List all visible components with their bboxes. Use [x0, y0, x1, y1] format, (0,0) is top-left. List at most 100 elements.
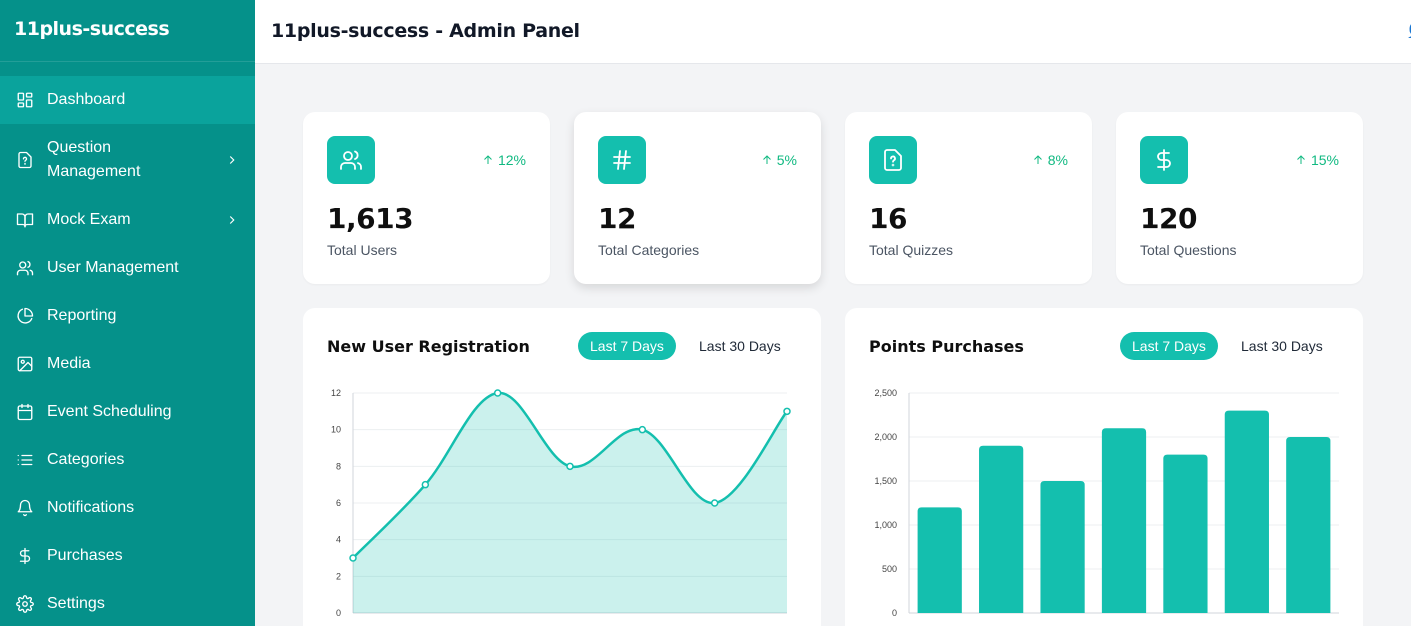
user-menu-icon[interactable]: 👤 — [1405, 22, 1411, 38]
question-file-icon — [16, 151, 34, 169]
stat-change: 12% — [482, 152, 526, 168]
sidebar-item-label: User Management — [47, 259, 179, 276]
sidebar-item-label: Reporting — [47, 307, 117, 324]
y-tick-label: 8 — [336, 461, 341, 471]
data-point — [421, 480, 430, 489]
sidebar-item-label: Categories — [47, 451, 125, 468]
sidebar-item-settings[interactable]: Settings — [0, 580, 255, 626]
bar — [1224, 410, 1269, 613]
stat-label: Total Questions — [1140, 242, 1237, 258]
stat-value: 1,613 — [327, 202, 414, 235]
sidebar-item-label: Dashboard — [47, 91, 126, 108]
dollar-icon — [1140, 136, 1188, 184]
y-tick-label: 0 — [336, 608, 341, 618]
stat-value: 12 — [598, 202, 636, 235]
y-tick-label: 10 — [331, 425, 341, 435]
top-header: 11plus-success - Admin Panel 👤 — [255, 0, 1411, 64]
sidebar-item-label: Media — [47, 355, 91, 372]
tab-last-30-days[interactable]: Last 30 Days — [687, 332, 793, 360]
sidebar-item-label: Event Scheduling — [47, 403, 172, 420]
sidebar-item-label: Settings — [47, 595, 105, 612]
sidebar-item-event-scheduling[interactable]: Event Scheduling — [0, 388, 255, 436]
y-tick-label: 1,000 — [874, 520, 897, 530]
pie-chart-icon — [16, 307, 34, 325]
sidebar-item-categories[interactable]: Categories — [0, 436, 255, 484]
stat-label: Total Users — [327, 242, 398, 258]
y-tick-label: 12 — [331, 388, 341, 398]
sidebar-item-media[interactable]: Media — [0, 340, 255, 388]
y-tick-label: 1,500 — [874, 476, 897, 486]
bar — [1040, 481, 1085, 613]
stat-change: 15% — [1295, 152, 1339, 168]
sidebar-item-user-management[interactable]: User Management — [0, 244, 255, 292]
y-tick-label: 2 — [336, 571, 341, 581]
sidebar-item-reporting[interactable]: Reporting — [0, 292, 255, 340]
bar — [917, 507, 962, 613]
arrow-up-icon — [762, 155, 771, 164]
sidebar-nav: Dashboard Question Management Mock Exam … — [0, 76, 255, 626]
y-tick-label: 2,500 — [874, 388, 897, 398]
users-icon — [327, 136, 375, 184]
data-point — [493, 389, 502, 397]
data-point — [710, 499, 719, 507]
sidebar-item-label: Mock Exam — [47, 211, 131, 228]
image-icon — [16, 355, 34, 373]
page-title: 11plus-success - Admin Panel — [271, 20, 580, 42]
arrow-up-icon — [1033, 155, 1042, 164]
sidebar-item-notifications[interactable]: Notifications — [0, 484, 255, 532]
stat-value: 120 — [1140, 202, 1197, 235]
stat-value: 16 — [869, 202, 907, 235]
sidebar-item-dashboard[interactable]: Dashboard — [0, 76, 255, 124]
stat-card-quizzes: 8% 16 Total Quizzes — [845, 112, 1092, 284]
y-tick-label: 4 — [336, 535, 341, 545]
data-point — [349, 554, 357, 562]
brand-logo: 11plus-success — [0, 0, 255, 62]
bell-icon — [16, 499, 34, 517]
sidebar: 11plus-success Dashboard Question Manage… — [0, 0, 255, 626]
chart-card-registration: New User Registration Last 7 Days Last 3… — [303, 308, 821, 626]
y-tick-label: 6 — [336, 498, 341, 508]
sidebar-item-purchases[interactable]: Purchases — [0, 532, 255, 580]
purchases-bar-chart: 0 500 1,000 1,500 2,000 2,500 — [874, 388, 1339, 618]
tab-last-30-days[interactable]: Last 30 Days — [1229, 332, 1335, 360]
sidebar-item-label: Notifications — [47, 499, 135, 516]
sidebar-item-label: Question Management — [47, 139, 141, 180]
arrow-up-icon — [484, 155, 492, 164]
chart-title: Points Purchases — [869, 337, 1024, 356]
question-file-icon — [869, 136, 917, 184]
book-open-icon — [16, 211, 34, 229]
stat-label: Total Quizzes — [869, 242, 954, 258]
tab-last-7-days[interactable]: Last 7 Days — [578, 332, 676, 360]
sidebar-item-mock-exam[interactable]: Mock Exam — [0, 196, 255, 244]
stat-label: Total Categories — [598, 242, 700, 258]
hash-icon — [598, 136, 646, 184]
data-point — [638, 425, 647, 434]
bar — [1163, 454, 1208, 613]
chart-title: New User Registration — [327, 337, 530, 356]
tab-last-7-days[interactable]: Last 7 Days — [1120, 332, 1218, 360]
y-tick-label: 500 — [882, 564, 897, 574]
dashboard-icon — [16, 91, 34, 109]
bar — [1101, 428, 1147, 613]
sidebar-item-question-management[interactable]: Question Management — [0, 124, 255, 196]
stat-card-questions: 15% 120 Total Questions — [1116, 112, 1363, 284]
data-point — [566, 462, 574, 471]
chevron-right-icon — [225, 213, 239, 227]
stat-card-categories: 5% 12 Total Categories — [574, 112, 821, 284]
y-tick-label: 0 — [892, 608, 897, 618]
registration-area-chart: 0 2 4 6 8 10 12 — [331, 388, 791, 618]
bar — [1286, 437, 1331, 613]
chart-card-purchases: Points Purchases Last 7 Days Last 30 Day… — [845, 308, 1363, 626]
stat-change: 5% — [761, 152, 797, 168]
sidebar-item-label: Purchases — [47, 547, 123, 564]
chevron-right-icon — [225, 153, 239, 167]
bar — [979, 445, 1024, 613]
data-point — [783, 407, 791, 416]
users-icon — [16, 259, 34, 277]
area-fill — [353, 392, 787, 613]
gear-icon — [16, 595, 34, 613]
list-icon — [16, 451, 34, 469]
arrow-up-icon — [1297, 155, 1305, 164]
dollar-icon — [16, 547, 34, 565]
stat-card-users: 12% 1,613 Total Users — [303, 112, 550, 284]
